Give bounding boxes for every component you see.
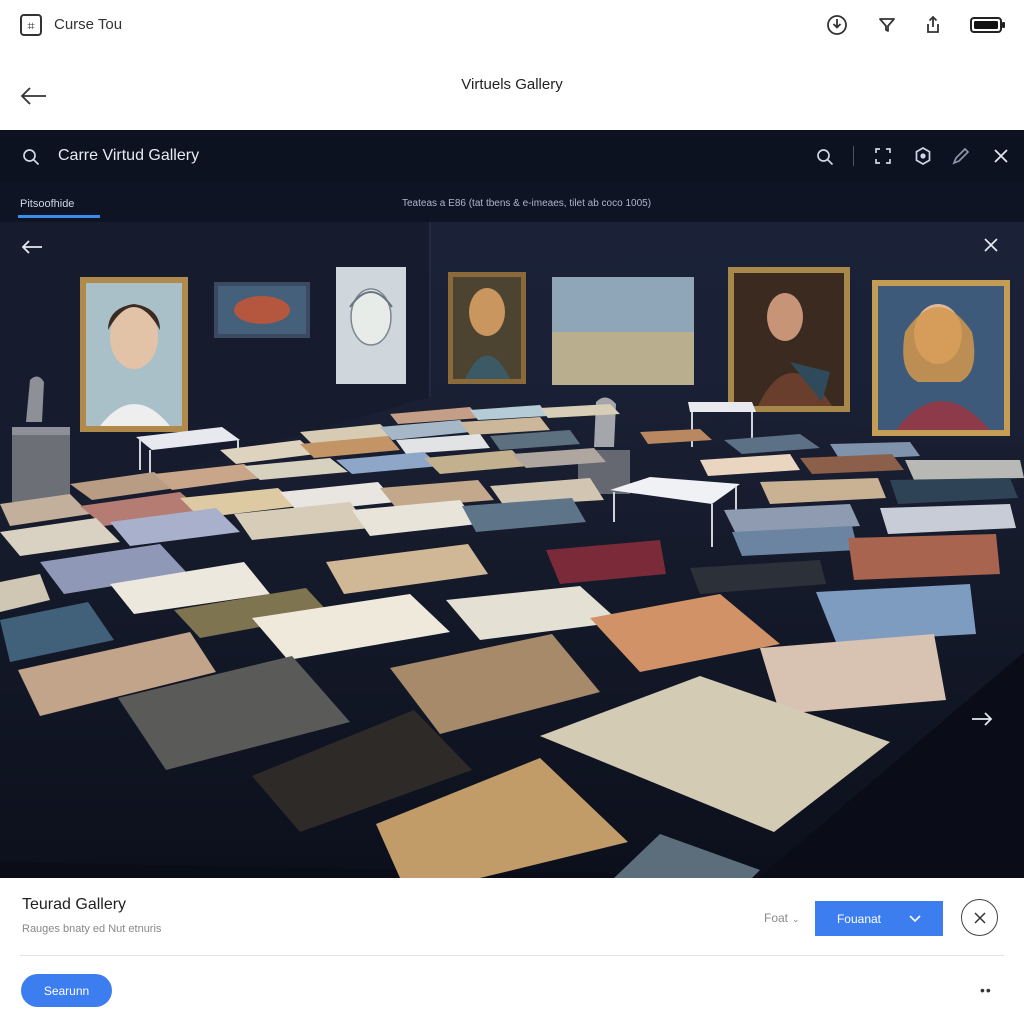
sort-label: Foat (764, 911, 789, 925)
wall-painting[interactable] (448, 272, 526, 384)
search-icon[interactable] (814, 146, 836, 168)
wall-painting[interactable] (552, 277, 694, 385)
primary-dropdown-button[interactable]: Fouanat (815, 901, 943, 936)
viewer-toolbar: Carre Virtud Gallery (0, 130, 1024, 182)
share-icon[interactable] (920, 12, 946, 38)
sheet-subtitle: Rauges bnaty ed Nut etnuris (22, 923, 162, 935)
page-title: Virtuels Gallery (461, 76, 563, 93)
wall-painting[interactable] (214, 282, 310, 338)
more-icon[interactable]: •• (980, 982, 992, 998)
gallery-viewer: Carre Virtud Gallery Pitsoofhide Teateas… (0, 130, 1024, 878)
wall-painting[interactable] (336, 267, 406, 384)
divider (20, 955, 1004, 956)
primary-button-label: Fouanat (836, 911, 882, 926)
edit-icon[interactable] (950, 145, 972, 167)
download-icon[interactable] (824, 12, 850, 38)
sort-dropdown[interactable]: Foat ⌄ (764, 911, 800, 925)
search-icon[interactable] (20, 146, 42, 168)
tab-indicator (18, 215, 100, 218)
gallery-scene[interactable] (0, 222, 1024, 878)
prev-arrow-icon[interactable] (18, 237, 46, 257)
search-button[interactable]: Searunn (21, 974, 112, 1007)
top-app-bar: ⌗ Curse Tou (0, 0, 1024, 50)
toolbar-divider (853, 146, 854, 166)
tab-label[interactable]: Pitsoofhide (20, 198, 74, 210)
close-icon (973, 911, 986, 924)
chevron-down-icon: ⌄ (792, 914, 800, 924)
wall-painting[interactable] (728, 267, 850, 412)
bottom-sheet: Teurad Gallery Rauges bnaty ed Nut etnur… (0, 878, 1024, 1024)
app-icon[interactable]: ⌗ (20, 14, 42, 36)
viewer-title: Carre Virtud Gallery (58, 147, 200, 164)
settings-icon[interactable] (912, 145, 934, 167)
fullscreen-icon[interactable] (872, 145, 894, 167)
filter-icon[interactable] (874, 12, 900, 38)
battery-icon (970, 16, 1006, 34)
wall-painting[interactable] (872, 280, 1010, 436)
close-icon[interactable] (980, 234, 1002, 256)
next-arrow-icon[interactable] (968, 709, 996, 729)
wall-painting[interactable] (80, 277, 188, 432)
app-name: Curse Tou (54, 16, 123, 33)
close-button[interactable] (961, 899, 998, 936)
sheet-title: Teurad Gallery (22, 896, 127, 913)
status-text: Teateas a E86 (tat tbens & e-imeaes, til… (402, 198, 652, 209)
close-icon[interactable] (990, 145, 1012, 167)
chevron-down-icon (909, 914, 921, 922)
